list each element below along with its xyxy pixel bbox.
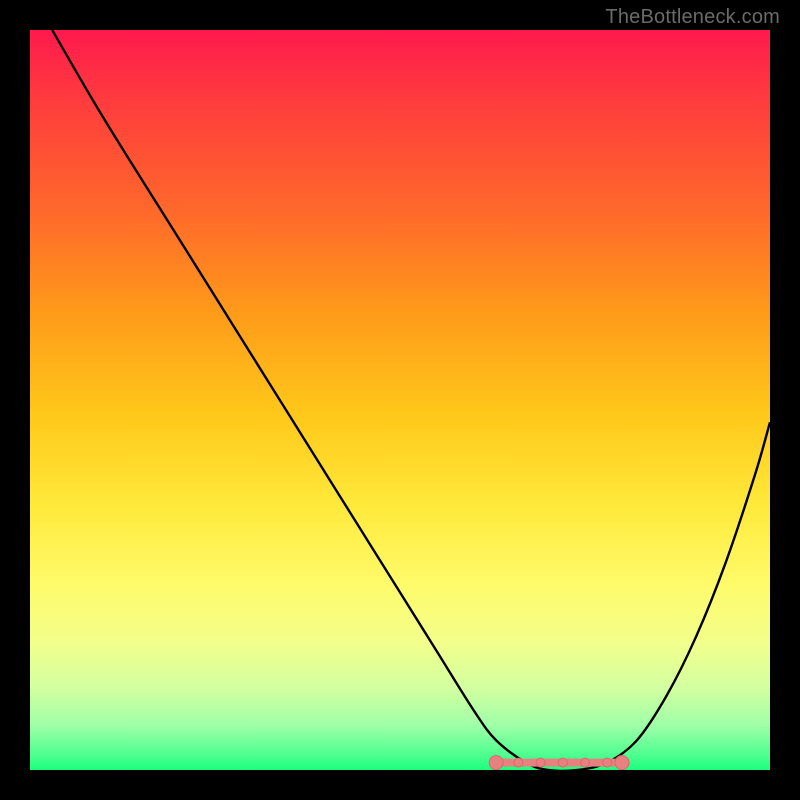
flat-marker [489,756,503,770]
watermark-text: TheBottleneck.com [605,6,780,29]
bottleneck-curve-path [52,30,770,770]
flat-marker [581,758,590,767]
flat-marker [536,758,545,767]
chart-frame: TheBottleneck.com [0,0,800,800]
flat-region-markers [489,756,629,770]
plot-area [30,30,770,770]
flat-marker [514,758,523,767]
flat-marker [603,758,612,767]
flat-marker [558,758,567,767]
flat-marker [615,756,629,770]
curve-svg [30,30,770,770]
